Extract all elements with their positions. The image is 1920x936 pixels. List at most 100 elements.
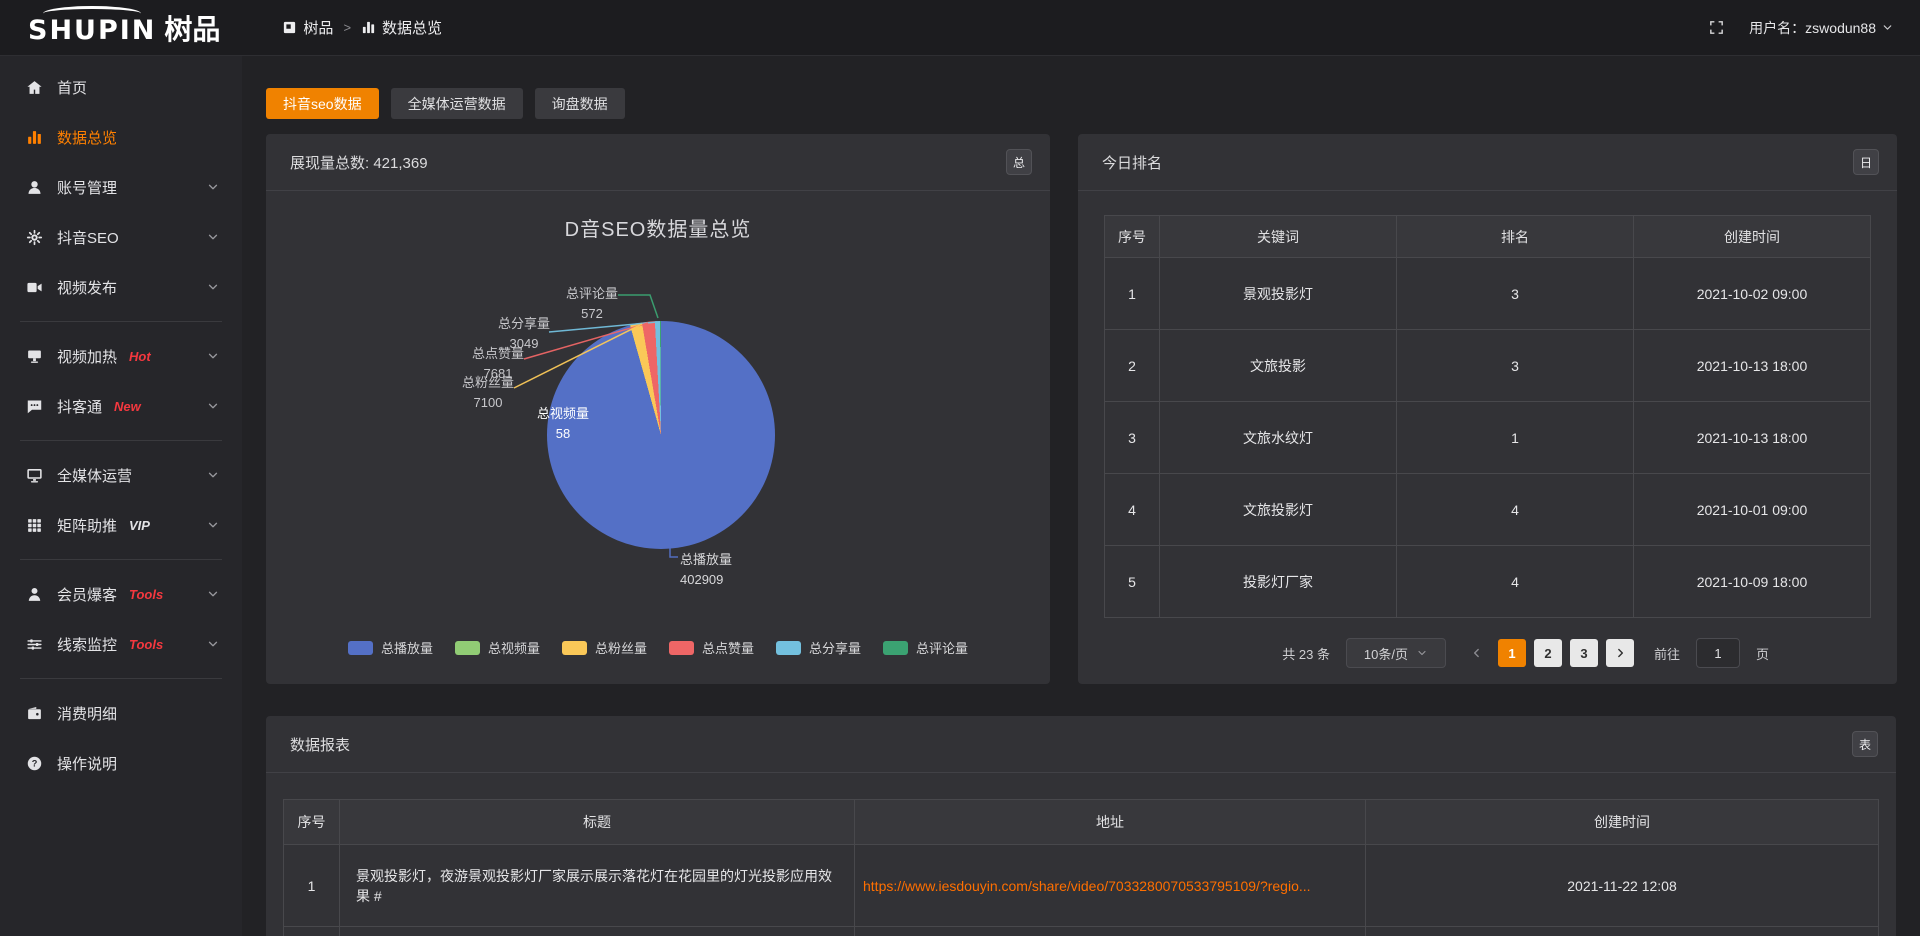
sidebar-item-monitor[interactable]: 全媒体运营: [0, 450, 242, 500]
sidebar-item-question[interactable]: ? 操作说明: [0, 738, 242, 788]
column-header: 标题: [340, 800, 855, 845]
breadcrumb-current[interactable]: 数据总览: [361, 17, 442, 38]
page-button-2[interactable]: 2: [1534, 639, 1562, 667]
overview-panel: 展现量总数: 421,369 总 D音SEO数据量总览 总评论量 572: [266, 134, 1050, 684]
sidebar-item-badge: Tools: [129, 587, 163, 602]
report-panel-title: 数据报表: [290, 734, 350, 755]
goto-page-input[interactable]: [1696, 638, 1740, 668]
bar-chart-icon: [361, 20, 376, 35]
overview-panel-header: 展现量总数: 421,369 总: [266, 134, 1050, 191]
sidebar-item-gear[interactable]: 抖音SEO: [0, 212, 242, 262]
sidebar-item-label: 抖音SEO: [57, 227, 119, 248]
table-cell: 4: [1105, 474, 1160, 546]
table-cell: 4: [1397, 546, 1634, 618]
sidebar-item-member[interactable]: 会员爆客Tools: [0, 569, 242, 619]
legend-item-总粉丝量[interactable]: 总粉丝量: [562, 638, 647, 657]
legend-label: 总点赞量: [702, 638, 754, 657]
video-link[interactable]: https://www.iesdouyin.com/share/video/70…: [855, 845, 1366, 927]
table-cell: 3: [1397, 330, 1634, 402]
sidebar-divider: [20, 559, 222, 560]
report-table-header: 序号标题地址创建时间: [284, 800, 1879, 845]
ranking-table-header: 序号关键词排名创建时间: [1105, 216, 1871, 258]
tab-bar: 抖音seo数据全媒体运营数据询盘数据: [266, 88, 1896, 119]
table-cell: 1: [1397, 402, 1634, 474]
legend-item-总点赞量[interactable]: 总点赞量: [669, 638, 754, 657]
sidebar-item-user[interactable]: 账号管理: [0, 162, 242, 212]
chevron-down-icon: [206, 518, 220, 532]
sidebar: 首页数据总览账号管理抖音SEO 视频发布视频加热Hot抖客通New 全媒体运营矩阵助…: [0, 56, 242, 936]
next-page-button[interactable]: [1606, 639, 1634, 667]
legend-label: 总粉丝量: [595, 638, 647, 657]
chevron-down-icon: [206, 349, 220, 363]
page-button-3[interactable]: 3: [1570, 639, 1598, 667]
tab-全媒体运营数据[interactable]: 全媒体运营数据: [391, 88, 523, 119]
chart-title: D音SEO数据量总览: [266, 213, 1050, 242]
sidebar-item-grid[interactable]: 矩阵助推VIP: [0, 500, 242, 550]
sidebar-item-wallet[interactable]: 消费明细: [0, 688, 242, 738]
column-header: 序号: [284, 800, 340, 845]
page-button-1[interactable]: 1: [1498, 639, 1526, 667]
sidebar-item-chart[interactable]: 数据总览: [0, 112, 242, 162]
question-icon: ?: [26, 755, 43, 772]
user-menu[interactable]: 用户名： zswodun88: [1749, 18, 1894, 38]
legend-item-总视频量[interactable]: 总视频量: [455, 638, 540, 657]
ranking-badge-button[interactable]: 日: [1853, 149, 1879, 175]
overview-badge-button[interactable]: 总: [1006, 149, 1032, 175]
page-size-select[interactable]: 10条/页: [1346, 638, 1446, 668]
legend-label: 总播放量: [381, 638, 433, 657]
wallet-icon: [26, 705, 43, 722]
page-buttons: 123: [1498, 639, 1598, 667]
username-label: 用户名：: [1749, 18, 1805, 38]
report-table: 序号标题地址创建时间 1景观投影灯，夜游景观投影灯厂家展示展示落花灯在花园里的灯…: [283, 799, 1879, 936]
sidebar-item-badge: Tools: [129, 637, 163, 652]
chevron-down-icon: [206, 180, 220, 194]
goto-label: 前往: [1654, 644, 1680, 663]
sidebar-item-home[interactable]: 首页: [0, 62, 242, 112]
sidebar-divider: [20, 321, 222, 322]
table-cell: 2021-10-01 09:00: [1634, 474, 1871, 546]
sidebar-item-badge: Hot: [129, 349, 151, 364]
sidebar-item-label: 账号管理: [57, 177, 117, 198]
sidebar-item-chat[interactable]: 抖客通New: [0, 381, 242, 431]
legend-item-总评论量[interactable]: 总评论量: [883, 638, 968, 657]
breadcrumb-root[interactable]: 树品: [282, 17, 333, 38]
prev-page-button[interactable]: [1464, 639, 1490, 667]
table-cell: 2021-10-13 18:00: [1634, 330, 1871, 402]
table-row: 5投影灯厂家42021-10-09 18:00: [1105, 546, 1871, 618]
sidebar-item-video[interactable]: 视频发布: [0, 262, 242, 312]
column-header: 创建时间: [1634, 216, 1871, 258]
report-badge-button[interactable]: 表: [1852, 731, 1878, 757]
sidebar-item-label: 操作说明: [57, 753, 117, 774]
chevron-down-icon: [206, 230, 220, 244]
table-row-partial: [284, 927, 1879, 936]
table-cell: 文旅水纹灯: [1160, 402, 1397, 474]
sidebar-divider: [20, 678, 222, 679]
tab-抖音seo数据[interactable]: 抖音seo数据: [266, 88, 379, 119]
chat-icon: [26, 398, 43, 415]
sidebar-item-badge: VIP: [129, 518, 150, 533]
legend-item-总播放量[interactable]: 总播放量: [348, 638, 433, 657]
tab-询盘数据[interactable]: 询盘数据: [535, 88, 625, 119]
table-cell: 3: [1397, 258, 1634, 330]
sidebar-item-heat[interactable]: 视频加热Hot: [0, 331, 242, 381]
member-icon: [26, 586, 43, 603]
table-cell: 1: [284, 845, 340, 927]
fullscreen-icon[interactable]: [1708, 19, 1725, 36]
chart-legend: 总播放量 总视频量 总粉丝量 总点赞量 总分享量 总评论量: [266, 638, 1050, 657]
chevron-down-icon: [206, 399, 220, 413]
app-square-icon: [282, 20, 297, 35]
chart-icon: [26, 129, 43, 146]
report-panel-header: 数据报表 表: [266, 716, 1896, 773]
legend-color-chip: [883, 641, 908, 655]
table-cell: 5: [1105, 546, 1160, 618]
ranking-table-body: 1景观投影灯32021-10-02 09:002文旅投影32021-10-13 …: [1105, 258, 1871, 618]
pie-chart-area: D音SEO数据量总览 总评论量 572 总分享量 3049: [266, 191, 1050, 683]
sidebar-item-sliders[interactable]: 线索监控Tools: [0, 619, 242, 669]
sidebar-item-label: 数据总览: [57, 127, 117, 148]
legend-item-总分享量[interactable]: 总分享量: [776, 638, 861, 657]
table-cell: 4: [1397, 474, 1634, 546]
column-header: 序号: [1105, 216, 1160, 258]
table-row: 1景观投影灯，夜游景观投影灯厂家展示展示落花灯在花园里的灯光投影应用效果 #ht…: [284, 845, 1879, 927]
table-cell: 文旅投影灯: [1160, 474, 1397, 546]
legend-label: 总评论量: [916, 638, 968, 657]
